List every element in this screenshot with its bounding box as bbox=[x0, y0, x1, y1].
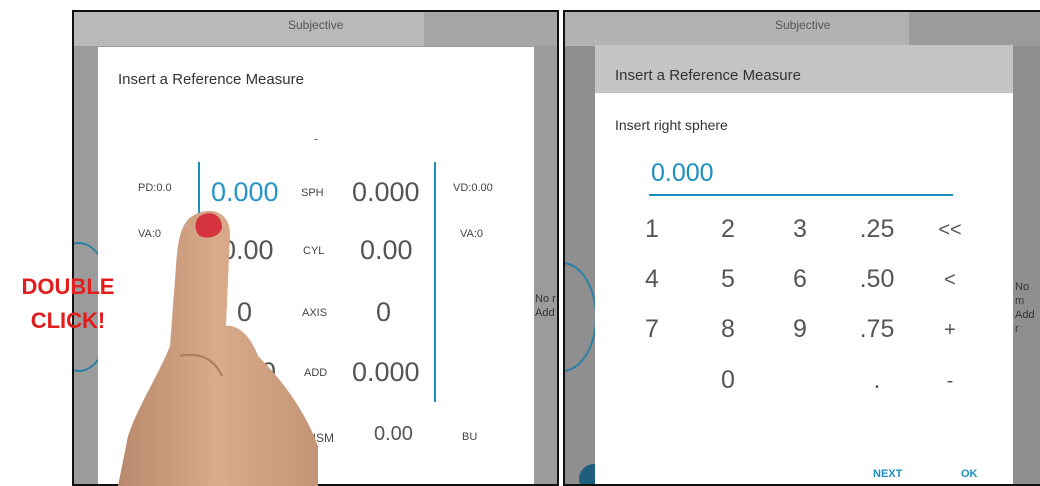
tutorial-image: Subjective Insert a Reference Measure - … bbox=[0, 0, 1040, 486]
cyl-right-value[interactable]: 0.00 bbox=[221, 235, 274, 266]
panel-label: Insert right sphere bbox=[615, 117, 728, 133]
key-8[interactable]: 8 bbox=[703, 315, 753, 344]
key-decimal[interactable]: . bbox=[852, 366, 902, 395]
key-minus[interactable]: - bbox=[925, 370, 975, 393]
va-left-label: VA:0 bbox=[138, 228, 162, 240]
key-6[interactable]: 6 bbox=[775, 265, 825, 294]
side-text: No r Add bbox=[535, 293, 556, 319]
sphere-value-input[interactable]: 0.000 bbox=[651, 159, 714, 188]
key-3[interactable]: 3 bbox=[775, 215, 825, 244]
sph-label: SPH bbox=[301, 187, 324, 199]
axis-label: AXIS bbox=[302, 307, 328, 319]
key-plus[interactable]: + bbox=[925, 319, 975, 342]
key-clear-all[interactable]: << bbox=[925, 219, 975, 242]
cyl-label: CYL bbox=[303, 245, 325, 257]
key-4[interactable]: 4 bbox=[627, 265, 677, 294]
key-0[interactable]: 0 bbox=[703, 366, 753, 395]
input-underline bbox=[649, 194, 953, 196]
dialog-title: Insert a Reference Measure bbox=[118, 71, 304, 88]
va-right-label: VA:0 bbox=[460, 228, 484, 240]
prism-base-label: BU bbox=[462, 431, 478, 443]
left-screenshot: Subjective Insert a Reference Measure - … bbox=[72, 10, 559, 486]
next-button[interactable]: NEXT bbox=[873, 468, 902, 480]
key-9[interactable]: 9 bbox=[775, 315, 825, 344]
key-7[interactable]: 7 bbox=[627, 315, 677, 344]
prism-value[interactable]: 0.00 bbox=[374, 423, 413, 446]
axis-left-value[interactable]: 0 bbox=[376, 297, 391, 328]
sph-right-value[interactable]: 0.000 bbox=[211, 177, 279, 208]
dialog-title: Insert a Reference Measure bbox=[615, 67, 801, 84]
left-column-divider bbox=[198, 162, 200, 402]
ok-button[interactable]: OK bbox=[961, 468, 978, 480]
key-1[interactable]: 1 bbox=[627, 215, 677, 244]
right-column-divider bbox=[434, 162, 436, 402]
key-point-50[interactable]: .50 bbox=[852, 265, 902, 294]
pd-label: PD:0.0 bbox=[138, 182, 172, 194]
double-click-annotation: DOUBLE CLICK! bbox=[21, 274, 115, 333]
axis-right-value[interactable]: 0 bbox=[237, 297, 252, 328]
add-left-value[interactable]: 0.000 bbox=[352, 357, 420, 388]
add-right-value[interactable]: 00 bbox=[246, 357, 276, 388]
header-title: Subjective bbox=[775, 18, 831, 32]
vd-label: VD:0.00 bbox=[453, 182, 493, 194]
add-label: ADD bbox=[304, 367, 328, 379]
side-text: No m Add r bbox=[1015, 281, 1035, 335]
header-bar bbox=[74, 12, 424, 46]
lens-gauge-arc bbox=[565, 262, 597, 372]
cyl-left-value[interactable]: 0.00 bbox=[360, 235, 413, 266]
key-2[interactable]: 2 bbox=[703, 215, 753, 244]
key-point-75[interactable]: .75 bbox=[852, 315, 902, 344]
key-5[interactable]: 5 bbox=[703, 265, 753, 294]
header-bar bbox=[565, 12, 909, 46]
reference-measure-dialog: Insert a Reference Measure - PD:0.0 VA:0… bbox=[98, 47, 534, 484]
right-screenshot: Subjective Insert a Reference Measure In… bbox=[563, 10, 1040, 486]
sphere-input-panel: Insert right sphere 0.000 1 2 3 .25 << 4… bbox=[595, 93, 1013, 484]
header-bar-right bbox=[424, 12, 557, 46]
dash-label: - bbox=[314, 131, 319, 146]
key-point-25[interactable]: .25 bbox=[852, 215, 902, 244]
key-backspace[interactable]: < bbox=[925, 269, 975, 292]
sph-left-value[interactable]: 0.000 bbox=[352, 177, 420, 208]
header-title: Subjective bbox=[288, 18, 344, 32]
dialog-header: Insert a Reference Measure bbox=[595, 45, 1013, 95]
prism-label: PRISM bbox=[296, 431, 335, 445]
header-bar-right bbox=[909, 12, 1040, 46]
